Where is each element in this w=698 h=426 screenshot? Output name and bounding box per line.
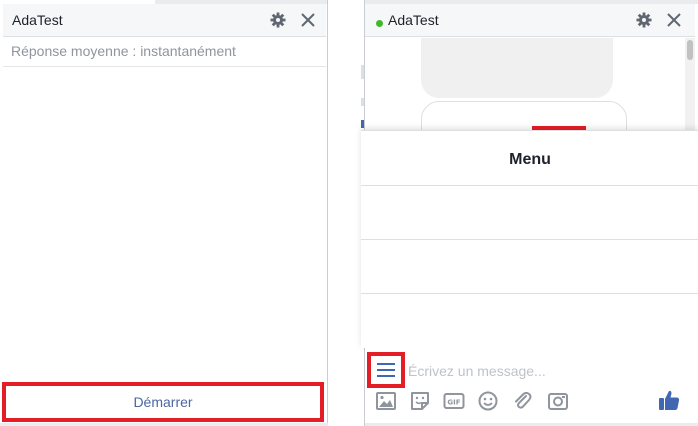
chat-title: AdaTest bbox=[388, 12, 439, 28]
hamburger-menu-icon[interactable] bbox=[367, 352, 405, 388]
gear-icon[interactable] bbox=[636, 12, 652, 28]
gif-icon[interactable]: GIF bbox=[443, 390, 465, 412]
sticker-icon[interactable] bbox=[409, 390, 431, 412]
message-scrollbar[interactable] bbox=[685, 38, 695, 130]
svg-text:GIF: GIF bbox=[447, 399, 460, 407]
camera-icon[interactable] bbox=[547, 390, 569, 412]
start-button[interactable]: Démarrer bbox=[133, 394, 192, 410]
chat-header[interactable]: AdaTest bbox=[3, 4, 326, 37]
page-background bbox=[329, 0, 361, 426]
start-button-highlight: Démarrer bbox=[2, 382, 324, 422]
emoji-icon[interactable] bbox=[477, 390, 499, 412]
paperclip-icon[interactable] bbox=[511, 390, 533, 412]
chat-header[interactable]: AdaTest bbox=[365, 4, 695, 37]
gear-icon[interactable] bbox=[270, 12, 286, 28]
message-input[interactable] bbox=[408, 360, 678, 382]
online-status-dot bbox=[376, 20, 383, 27]
menu-item[interactable] bbox=[361, 185, 698, 239]
menu-item[interactable] bbox=[361, 239, 698, 293]
close-icon[interactable] bbox=[300, 12, 316, 28]
chat-title: AdaTest bbox=[12, 12, 63, 28]
close-icon[interactable] bbox=[666, 12, 682, 28]
chat-window-left: AdaTest Réponse moyenne: instantanément… bbox=[0, 0, 328, 426]
menu-item[interactable] bbox=[361, 293, 698, 347]
message-composer: GIF bbox=[365, 348, 698, 426]
scrollbar-thumb[interactable] bbox=[687, 40, 693, 60]
response-time-label: Réponse moyenne : instantanément bbox=[3, 37, 326, 67]
thumbs-up-icon[interactable] bbox=[657, 388, 681, 412]
photo-icon[interactable] bbox=[375, 390, 397, 412]
persistent-menu-panel: Menu bbox=[361, 130, 698, 353]
menu-title: Menu bbox=[509, 151, 551, 168]
chat-window-right: AdaTest Menu Écrivez un message... GIF bbox=[361, 0, 698, 426]
message-bubble bbox=[421, 38, 613, 98]
